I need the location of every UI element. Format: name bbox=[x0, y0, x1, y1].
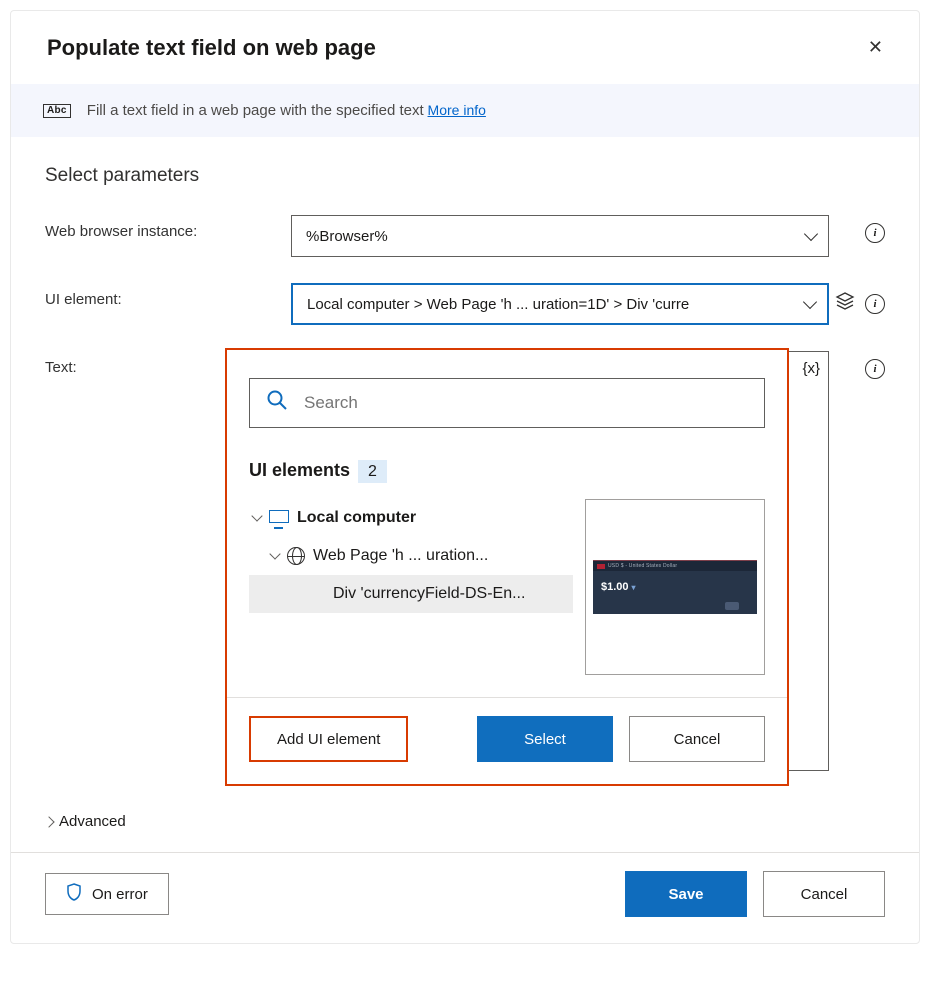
ui-element-tree: Local computer Web Page 'h ... uration..… bbox=[249, 499, 573, 675]
cancel-button[interactable]: Cancel bbox=[763, 871, 885, 917]
search-input[interactable] bbox=[302, 392, 748, 414]
param-row-browser: Web browser instance: %Browser% i bbox=[45, 215, 885, 257]
chevron-down-icon bbox=[803, 297, 817, 311]
variable-picker[interactable]: {x} bbox=[802, 360, 820, 377]
ui-element-label: UI element: bbox=[45, 283, 291, 308]
browser-value: %Browser% bbox=[306, 228, 388, 245]
search-box[interactable] bbox=[249, 378, 765, 428]
dialog-title: Populate text field on web page bbox=[47, 35, 376, 61]
save-button[interactable]: Save bbox=[625, 871, 747, 917]
section-title: Select parameters bbox=[45, 165, 885, 187]
browser-label: Web browser instance: bbox=[45, 215, 291, 240]
info-icon[interactable]: i bbox=[865, 223, 885, 243]
panel-heading: UI elements2 bbox=[249, 460, 765, 481]
count-badge: 2 bbox=[358, 460, 387, 483]
ui-element-picker-panel: UI elements2 Local computer Web Page 'h … bbox=[225, 348, 789, 786]
dialog: Populate text field on web page ✕ Abc Fi… bbox=[10, 10, 920, 944]
browser-dropdown[interactable]: %Browser% bbox=[291, 215, 829, 257]
more-info-link[interactable]: More info bbox=[428, 102, 486, 118]
select-button[interactable]: Select bbox=[477, 716, 613, 762]
info-description: Fill a text field in a web page with the… bbox=[87, 102, 424, 119]
advanced-toggle[interactable]: Advanced bbox=[11, 807, 919, 852]
tree-node-div-currency[interactable]: Div 'currencyField-DS-En... bbox=[249, 575, 573, 613]
chevron-down-icon bbox=[804, 229, 818, 243]
globe-icon bbox=[287, 547, 305, 565]
chevron-down-icon bbox=[251, 510, 262, 521]
ui-element-value: Local computer > Web Page 'h ... uration… bbox=[307, 296, 689, 313]
on-error-button[interactable]: On error bbox=[45, 873, 169, 915]
chevron-down-icon bbox=[269, 548, 280, 559]
dialog-footer: On error Save Cancel bbox=[11, 852, 919, 943]
tree-node-web-page[interactable]: Web Page 'h ... uration... bbox=[249, 537, 573, 575]
close-icon[interactable]: ✕ bbox=[860, 33, 891, 62]
chevron-right-icon bbox=[43, 816, 54, 827]
computer-icon bbox=[269, 510, 289, 526]
info-icon[interactable]: i bbox=[865, 359, 885, 379]
add-ui-element-button[interactable]: Add UI element bbox=[249, 716, 408, 762]
info-icon[interactable]: i bbox=[865, 294, 885, 314]
dialog-header: Populate text field on web page ✕ bbox=[11, 11, 919, 84]
element-preview: USD $ - United States Dollar $1.00▾ bbox=[585, 499, 765, 675]
param-row-ui-element: UI element: Local computer > Web Page 'h… bbox=[45, 283, 885, 325]
tree-node-local-computer[interactable]: Local computer bbox=[249, 499, 573, 537]
shield-icon bbox=[66, 883, 82, 906]
search-icon bbox=[266, 389, 288, 417]
layers-icon[interactable] bbox=[835, 291, 855, 316]
ui-element-dropdown[interactable]: Local computer > Web Page 'h ... uration… bbox=[291, 283, 829, 325]
panel-cancel-button[interactable]: Cancel bbox=[629, 716, 765, 762]
info-bar: Abc Fill a text field in a web page with… bbox=[11, 84, 919, 137]
textfield-icon: Abc bbox=[43, 104, 71, 118]
